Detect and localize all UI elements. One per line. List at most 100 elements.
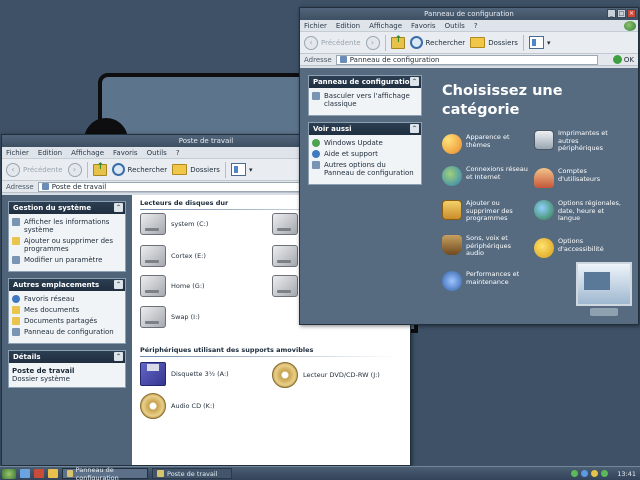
drive-c[interactable]: system (C:) [140, 213, 208, 235]
drive-e[interactable]: Cortex (E:) [140, 245, 206, 267]
dvd-drive-icon [272, 362, 298, 388]
place-shared-documents[interactable]: Documents partagés [12, 317, 122, 325]
users-icon [534, 168, 554, 188]
collapse-icon[interactable]: ⌃ [114, 352, 123, 361]
volume-icon[interactable] [581, 470, 589, 477]
quicklaunch-desktop-icon[interactable] [20, 469, 30, 478]
menu-favorites[interactable]: Favoris [411, 22, 436, 30]
collapse-icon[interactable]: ⌃ [410, 124, 419, 133]
category-label: Imprimantes et autres périphériques [558, 129, 608, 152]
maximize-button[interactable]: □ [617, 9, 626, 18]
menu-tools[interactable]: Outils [147, 149, 167, 157]
control-panel-titlebar[interactable]: Panneau de configuration _ □ × [300, 8, 638, 20]
folders-icon [470, 37, 486, 48]
back-button[interactable]: ‹ Précédente [6, 162, 63, 177]
drive-label: Disquette 3½ (A:) [171, 370, 229, 378]
folders-button[interactable]: Dossiers [470, 37, 518, 48]
security-icon[interactable] [601, 470, 609, 477]
menu-file[interactable]: Fichier [304, 22, 327, 30]
panel-title: Panneau de configuration [313, 78, 415, 86]
task-control-panel[interactable]: Panneau de configuration [62, 466, 148, 480]
search-button[interactable]: Rechercher [409, 36, 465, 49]
close-button[interactable]: × [627, 9, 636, 18]
menu-help[interactable]: ? [176, 149, 180, 157]
toolbar-separator [86, 161, 88, 178]
globe-icon [312, 139, 320, 147]
quicklaunch-media-icon[interactable] [34, 469, 44, 478]
menu-file[interactable]: Fichier [6, 149, 29, 157]
category-accessibility[interactable]: Options d'accessibilité [534, 237, 622, 258]
details-header[interactable]: Détails ⌃ [9, 351, 125, 363]
category-appearance[interactable]: Apparence et thèmes [442, 133, 530, 154]
forward-button[interactable]: › [365, 35, 380, 50]
address-field[interactable]: Panneau de configuration [335, 54, 598, 65]
menu-view[interactable]: Affichage [71, 149, 104, 157]
category-sounds[interactable]: Sons, voix et périphériques audio [442, 234, 530, 258]
up-button[interactable] [92, 162, 107, 176]
control-panel-window[interactable]: Panneau de configuration _ □ × Fichier E… [299, 7, 639, 325]
category-printers[interactable]: Imprimantes et autres périphériques [534, 129, 622, 153]
category-performance[interactable]: Performances et maintenance [442, 270, 530, 291]
up-button[interactable] [390, 35, 405, 49]
control-panel-side-header[interactable]: Panneau de configuration ⌃ [309, 76, 421, 88]
start-button[interactable] [2, 468, 16, 479]
category-add-remove-programs[interactable]: Ajouter ou supprimer des programmes [442, 199, 530, 223]
drive-hdd-4[interactable] [272, 245, 298, 267]
control-panel-menubar: Fichier Edition Affichage Favoris Outils… [300, 20, 638, 32]
go-button[interactable]: OK [612, 55, 634, 64]
switch-classic-view-link[interactable]: Basculer vers l'affichage classique [312, 92, 418, 108]
system-tasks-header[interactable]: Gestion du système ⌃ [9, 202, 125, 214]
network-status-icon[interactable] [571, 470, 579, 477]
quicklaunch-folder-icon[interactable] [48, 469, 58, 478]
task-system-info[interactable]: Afficher les informations système [12, 218, 122, 234]
drive-i[interactable]: Swap (I:) [140, 306, 200, 328]
notification-icon[interactable] [591, 470, 599, 477]
collapse-icon[interactable]: ⌃ [114, 203, 123, 212]
place-my-documents[interactable]: Mes documents [12, 306, 122, 314]
accessibility-icon [534, 238, 554, 258]
drive-hdd-2[interactable] [272, 213, 298, 235]
folders-button[interactable]: Dossiers [172, 164, 220, 175]
views-button[interactable]: ▾ [528, 36, 550, 49]
drive-dvd[interactable]: Lecteur DVD/CD-RW (J:) [272, 362, 380, 388]
windows-update-link[interactable]: Windows Update [312, 139, 418, 147]
menu-view[interactable]: Affichage [369, 22, 402, 30]
other-options-link[interactable]: Autres options du Panneau de configurati… [312, 161, 418, 177]
link-label: Autres options du Panneau de configurati… [324, 161, 414, 177]
menu-edit[interactable]: Edition [336, 22, 360, 30]
back-label: Précédente [23, 165, 63, 174]
task-my-computer[interactable]: Poste de travail [152, 468, 232, 479]
clock[interactable]: 13:41 [617, 470, 636, 478]
menu-edit[interactable]: Edition [38, 149, 62, 157]
place-network[interactable]: Favoris réseau [12, 295, 122, 303]
menu-tools[interactable]: Outils [445, 22, 465, 30]
drive-hdd-6[interactable] [272, 275, 298, 297]
drive-audio-cd[interactable]: Audio CD (K:) [140, 393, 215, 419]
views-button[interactable]: ▾ [230, 163, 252, 176]
help-support-link[interactable]: Aide et support [312, 150, 418, 158]
collapse-icon[interactable]: ⌃ [114, 280, 123, 289]
collapse-icon[interactable]: ⌃ [410, 77, 419, 86]
menu-favorites[interactable]: Favoris [113, 149, 138, 157]
menu-help[interactable]: ? [474, 22, 478, 30]
drive-label: Swap (I:) [171, 313, 200, 321]
programs-box-icon [442, 200, 462, 220]
hard-drive-icon [272, 275, 298, 297]
hard-drive-icon [140, 275, 166, 297]
task-change-setting[interactable]: Modifier un paramètre [12, 256, 122, 264]
hard-drive-icon [140, 213, 166, 235]
place-control-panel[interactable]: Panneau de configuration [12, 328, 122, 336]
category-label: Ajouter ou supprimer des programmes [466, 199, 513, 222]
search-button[interactable]: Rechercher [111, 163, 167, 176]
drive-g[interactable]: Home (G:) [140, 275, 205, 297]
other-places-header[interactable]: Autres emplacements ⌃ [9, 279, 125, 291]
see-also-header[interactable]: Voir aussi ⌃ [309, 123, 421, 135]
task-add-remove[interactable]: Ajouter ou supprimer des programmes [12, 237, 122, 253]
category-user-accounts[interactable]: Comptes d'utilisateurs [534, 167, 622, 188]
forward-button[interactable]: › [67, 162, 82, 177]
drive-floppy[interactable]: Disquette 3½ (A:) [140, 362, 229, 386]
minimize-button[interactable]: _ [607, 9, 616, 18]
category-regional[interactable]: Options régionales, date, heure et langu… [534, 199, 622, 223]
category-network[interactable]: Connexions réseau et Internet [442, 165, 530, 186]
back-button[interactable]: ‹ Précédente [304, 35, 361, 50]
